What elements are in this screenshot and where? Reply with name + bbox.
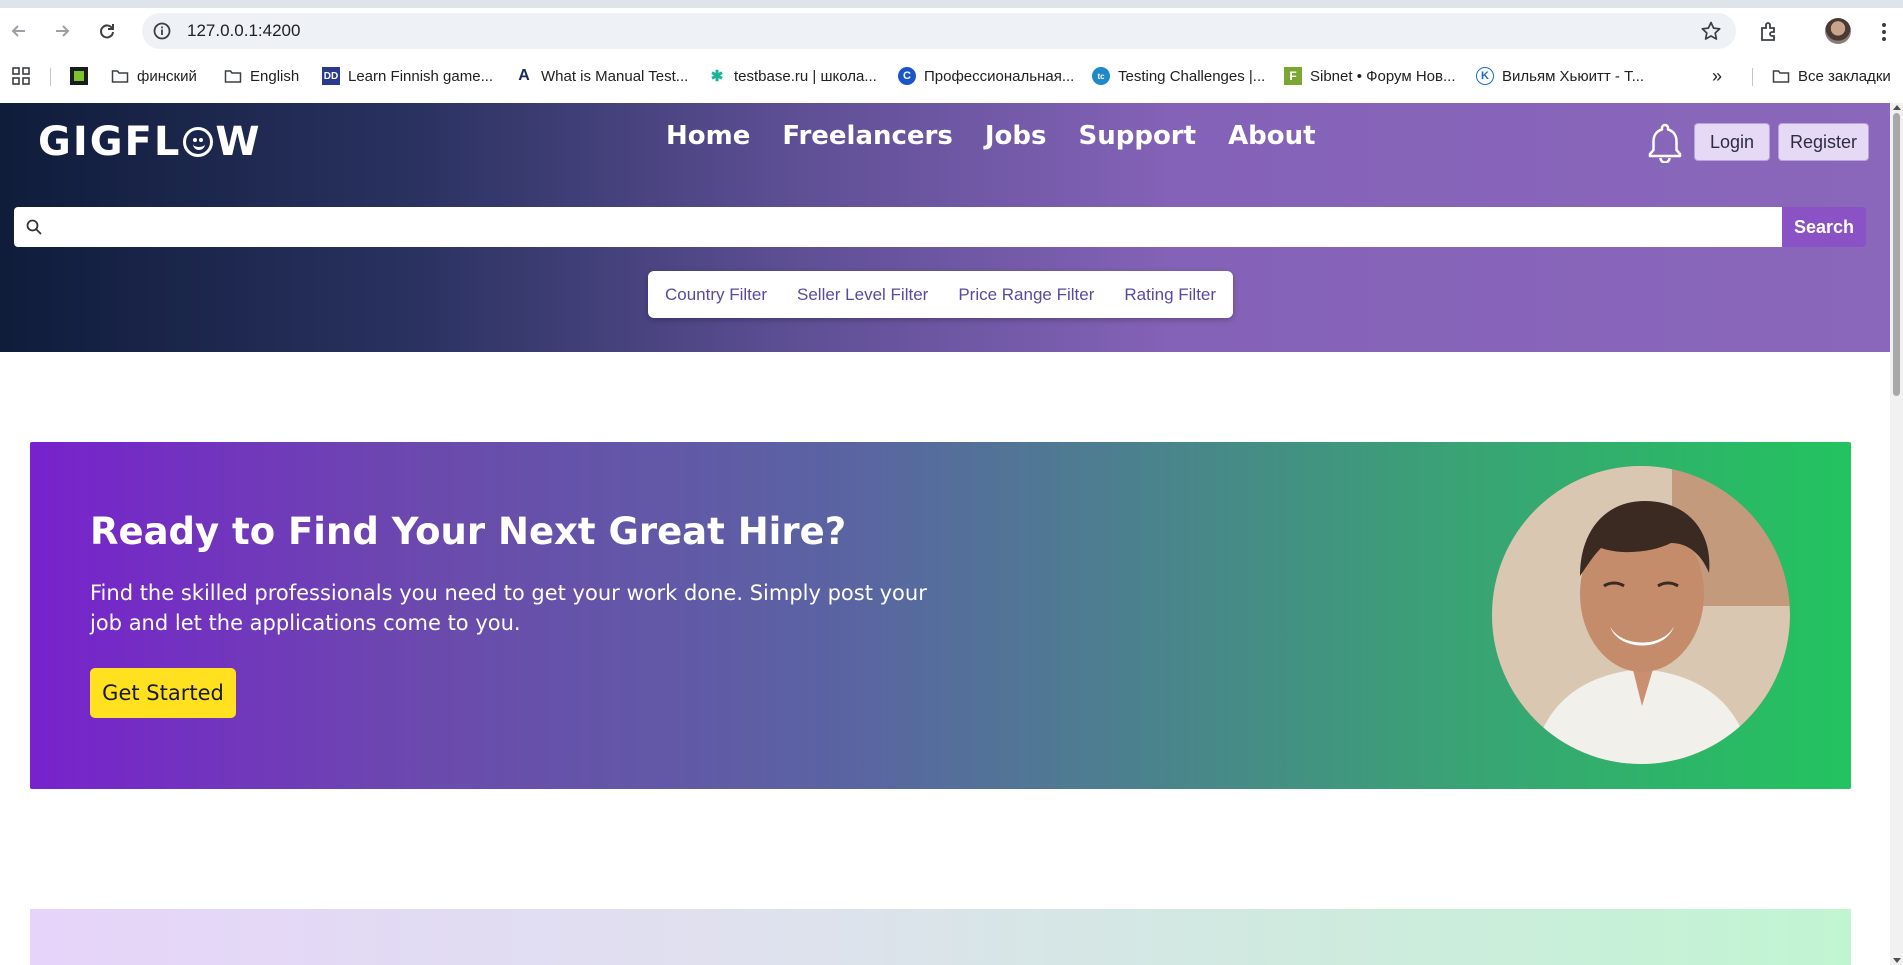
hero-description: Find the skilled professionals you need … bbox=[90, 581, 927, 635]
nav-jobs[interactable]: Jobs bbox=[985, 121, 1047, 151]
bookmarks-bar: финский English DD Learn Finnish game...… bbox=[0, 62, 1903, 90]
green-square-icon bbox=[70, 67, 88, 85]
forward-button[interactable] bbox=[47, 16, 77, 46]
scroll-down-arrow-icon[interactable] bbox=[1893, 958, 1901, 963]
extensions-icon[interactable] bbox=[1758, 20, 1782, 44]
bookmark-sibnet[interactable]: F Sibnet • Форум Нов... bbox=[1284, 65, 1456, 87]
address-bar[interactable]: 127.0.0.1:4200 bbox=[142, 13, 1736, 49]
nav-about[interactable]: About bbox=[1228, 121, 1316, 151]
hero-banner: Ready to Find Your Next Great Hire? Find… bbox=[30, 442, 1851, 789]
bookmark-hewitt[interactable]: K Вильям Хьюитт - Т... bbox=[1476, 65, 1644, 87]
bug-favicon-icon: ✱ bbox=[710, 68, 724, 85]
all-bookmarks-folder[interactable]: Все закладки bbox=[1772, 65, 1891, 87]
bookmark-label: Testing Challenges |... bbox=[1118, 67, 1266, 85]
tc-favicon-icon: tc bbox=[1092, 67, 1110, 85]
scrollbar-thumb[interactable] bbox=[1893, 113, 1900, 396]
all-bookmarks-label: Все закладки bbox=[1798, 67, 1891, 85]
bookmarks-divider bbox=[1752, 68, 1753, 86]
notification-bell-icon[interactable] bbox=[1645, 121, 1685, 163]
arrow-right-icon bbox=[56, 25, 70, 37]
search-input[interactable] bbox=[14, 207, 1784, 247]
apps-grid-icon bbox=[12, 67, 30, 85]
profile-avatar[interactable] bbox=[1825, 18, 1851, 44]
folder-icon bbox=[224, 70, 242, 83]
bookmark-learn-finnish[interactable]: DD Learn Finnish game... bbox=[322, 65, 493, 87]
nav-freelancers[interactable]: Freelancers bbox=[782, 121, 953, 151]
tab-strip bbox=[0, 0, 1903, 8]
bookmark-label: Профессиональная... bbox=[924, 67, 1075, 85]
bookmark-label: English bbox=[250, 67, 300, 85]
bookmark-folder-finnish[interactable]: финский bbox=[111, 65, 197, 87]
country-filter[interactable]: Country Filter bbox=[665, 285, 767, 305]
bookmark-folder-english[interactable]: English bbox=[224, 65, 299, 87]
next-section-banner bbox=[30, 909, 1851, 965]
nav-support[interactable]: Support bbox=[1078, 121, 1196, 151]
scroll-up-arrow-icon[interactable] bbox=[1893, 105, 1901, 110]
folder-icon bbox=[1772, 70, 1790, 83]
search-icon bbox=[26, 219, 42, 235]
folder-icon bbox=[111, 70, 129, 83]
page-content: GIGFL W Home Freelancers Jobs Support Abo… bbox=[0, 103, 1890, 965]
bookmark-label: Sibnet • Форум Нов... bbox=[1310, 67, 1456, 85]
hero-title: Ready to Find Your Next Great Hire? bbox=[90, 510, 847, 553]
bookmark-testbase[interactable]: ✱ testbase.ru | школа... bbox=[708, 65, 877, 87]
site-header: GIGFL W Home Freelancers Jobs Support Abo… bbox=[0, 103, 1890, 352]
dd-favicon-icon: DD bbox=[322, 67, 340, 85]
bookmark-testing-challenges[interactable]: tc Testing Challenges |... bbox=[1092, 65, 1265, 87]
bookmark-label: финский bbox=[137, 67, 197, 85]
main-nav: Home Freelancers Jobs Support About bbox=[666, 121, 1316, 151]
search-button[interactable]: Search bbox=[1782, 207, 1866, 247]
chevron-double-right-icon: » bbox=[1712, 65, 1723, 86]
a-favicon-icon: A bbox=[518, 67, 530, 84]
bookmark-label: Вильям Хьюитт - Т... bbox=[1502, 67, 1645, 85]
info-icon[interactable] bbox=[152, 21, 172, 41]
bookmark-label: What is Manual Test... bbox=[541, 67, 689, 85]
site-logo[interactable]: GIGFL W bbox=[38, 117, 261, 167]
logo-text-left: GIGFL bbox=[38, 119, 182, 165]
bookmarks-divider bbox=[50, 68, 51, 86]
price-range-filter[interactable]: Price Range Filter bbox=[958, 285, 1094, 305]
page-scrollbar[interactable] bbox=[1890, 103, 1903, 965]
bookmark-manual-test[interactable]: A What is Manual Test... bbox=[515, 65, 688, 87]
rating-filter[interactable]: Rating Filter bbox=[1124, 285, 1216, 305]
get-started-button[interactable]: Get Started bbox=[90, 668, 236, 718]
reload-button[interactable] bbox=[92, 16, 122, 46]
smiley-face-icon bbox=[183, 127, 214, 157]
hero-person-photo bbox=[1492, 466, 1790, 764]
more-menu-icon[interactable] bbox=[1872, 20, 1896, 44]
register-button[interactable]: Register bbox=[1778, 123, 1869, 161]
bookmark-green[interactable] bbox=[70, 65, 96, 87]
url-text[interactable]: 127.0.0.1:4200 bbox=[187, 21, 300, 41]
seller-level-filter[interactable]: Seller Level Filter bbox=[797, 285, 928, 305]
apps-button[interactable] bbox=[12, 65, 30, 87]
back-button[interactable] bbox=[4, 16, 34, 46]
bookmark-professional[interactable]: C Профессиональная... bbox=[898, 65, 1074, 87]
star-icon[interactable] bbox=[1700, 20, 1722, 42]
f-favicon-icon: F bbox=[1284, 67, 1302, 85]
reload-icon bbox=[100, 24, 114, 39]
bookmark-label: testbase.ru | школа... bbox=[734, 67, 877, 85]
person-photo-illustration bbox=[1492, 466, 1790, 764]
logo-text-right: W bbox=[215, 119, 262, 165]
arrow-left-icon bbox=[11, 25, 25, 37]
k-favicon-icon: K bbox=[1476, 67, 1494, 85]
nav-home[interactable]: Home bbox=[666, 121, 750, 151]
more-bookmarks-button[interactable]: » bbox=[1712, 65, 1722, 87]
filter-bar: Country Filter Seller Level Filter Price… bbox=[648, 271, 1233, 318]
browser-chrome: 127.0.0.1:4200 финский English DD Learn … bbox=[0, 0, 1903, 103]
login-button[interactable]: Login bbox=[1694, 123, 1770, 161]
search-bar: Search bbox=[14, 207, 1866, 247]
browser-toolbar: 127.0.0.1:4200 bbox=[0, 8, 1903, 54]
c-favicon-icon: C bbox=[898, 67, 916, 85]
bookmark-label: Learn Finnish game... bbox=[348, 67, 494, 85]
